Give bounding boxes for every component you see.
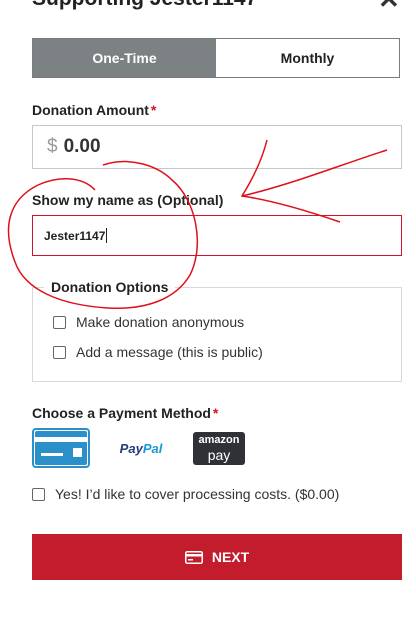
tab-monthly[interactable]: Monthly <box>216 39 399 77</box>
credit-card-icon <box>35 431 87 465</box>
display-name-value: Jester1147 <box>44 228 106 243</box>
anonymous-checkbox[interactable] <box>53 315 66 329</box>
donation-amount-input[interactable]: $ 0.00 <box>32 125 402 169</box>
paypal-option[interactable]: Pay Pal <box>115 432 167 464</box>
paypal-logo-pal: Pal <box>142 440 163 456</box>
processing-costs-checkbox[interactable] <box>32 487 45 501</box>
credit-card-option[interactable] <box>32 428 90 468</box>
currency-symbol: $ <box>47 136 58 157</box>
display-name-input[interactable]: Jester1147 <box>32 215 402 256</box>
message-label: Add a message (this is public) <box>76 344 263 360</box>
processing-costs-label: Yes! I’d like to cover processing costs.… <box>55 486 340 502</box>
next-button[interactable]: NEXT <box>32 534 402 580</box>
message-option[interactable]: Add a message (this is public) <box>53 344 263 360</box>
amazon-logo-text: amazon <box>198 434 240 446</box>
amazon-pay-option[interactable]: amazon pay <box>193 432 245 465</box>
payment-method-label: Choose a Payment Method * <box>32 405 219 421</box>
anonymous-label: Make donation anonymous <box>76 314 245 330</box>
paypal-logo-pay: Pay <box>119 440 143 456</box>
anonymous-option[interactable]: Make donation anonymous <box>53 314 244 330</box>
message-checkbox[interactable] <box>53 345 66 359</box>
donation-options-legend: Donation Options <box>44 279 176 295</box>
donation-amount-label: Donation Amount * <box>32 102 157 118</box>
processing-costs-option[interactable]: Yes! I’d like to cover processing costs.… <box>32 486 339 502</box>
text-caret <box>106 228 108 243</box>
credit-card-icon <box>184 550 203 564</box>
donation-options-group <box>32 287 402 382</box>
amazon-pay-text: pay <box>207 447 231 463</box>
next-button-label: NEXT <box>211 549 250 565</box>
frequency-toggle: One-Time Monthly <box>32 38 400 78</box>
display-name-label: Show my name as (Optional) <box>32 192 224 208</box>
close-icon[interactable]: ✕ <box>378 0 400 12</box>
tab-one-time[interactable]: One-Time <box>33 39 216 77</box>
amount-value: 0.00 <box>63 136 101 157</box>
modal-title: Supporting Jester1147 <box>32 0 257 11</box>
